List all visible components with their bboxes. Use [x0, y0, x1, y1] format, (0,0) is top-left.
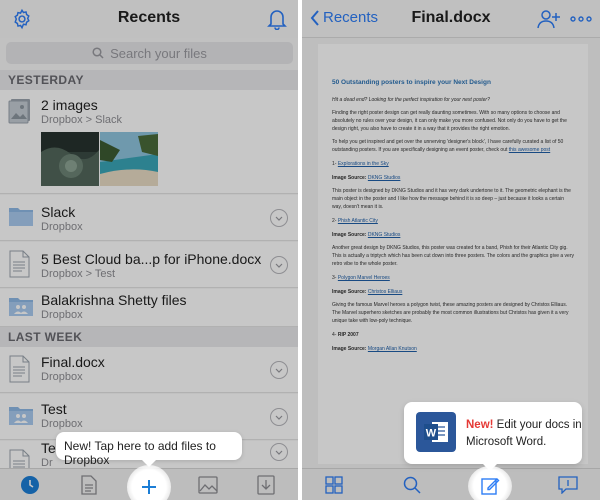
- pencil-edit-icon: [481, 478, 500, 495]
- item-title-link[interactable]: Polygon Marvel Heroes: [338, 275, 390, 281]
- item-title-link[interactable]: Explorations in the Sky: [338, 161, 389, 167]
- image-source: Image Source: DKNG Studios: [332, 174, 574, 182]
- search-icon[interactable]: [400, 474, 424, 496]
- source-link[interactable]: Morgan Allan Knutson: [368, 346, 417, 352]
- image-source: Image Source: Christos Elliaus: [332, 288, 574, 296]
- item-name: Te: [41, 440, 56, 456]
- doc-list-item-3: 3- Polygon Marvel Heroes: [332, 274, 574, 282]
- image-source: Image Source: DKNG Studios: [332, 231, 574, 239]
- svg-text:W: W: [426, 428, 437, 440]
- document-icon: [8, 355, 30, 388]
- item-path: Dropbox > Slack: [41, 114, 123, 126]
- item-path: Dropbox > Test: [41, 268, 116, 280]
- source-label: Image Source:: [332, 232, 368, 239]
- list-item-balakrishna-shetty-files[interactable]: Balakrishna Shetty files Dropbox: [0, 289, 298, 327]
- shared-folder-icon: [8, 404, 34, 431]
- tab-files-icon[interactable]: [77, 474, 101, 496]
- source-link[interactable]: DKNG Studios: [368, 175, 401, 181]
- list-item-slack[interactable]: Slack Dropbox: [0, 195, 298, 241]
- item-path: Dropbox: [41, 309, 83, 321]
- image-thumbnail-1[interactable]: [41, 132, 99, 186]
- viewer-header: Recents Final.docx: [302, 0, 600, 38]
- edit-in-word-tooltip[interactable]: W New! Edit your docs in Microsoft Word.: [404, 402, 582, 464]
- chevron-down-icon[interactable]: [270, 408, 288, 426]
- item-name: Test: [41, 401, 67, 417]
- item-name: Slack: [41, 204, 76, 220]
- tab-photos-icon[interactable]: [196, 474, 220, 496]
- folder-icon: [8, 205, 34, 232]
- new-badge: New!: [466, 419, 494, 431]
- image-stack-icon: [8, 98, 32, 129]
- doc-list-item-4: 4- RIP 2007: [332, 331, 574, 339]
- microsoft-word-logo-icon: W: [416, 412, 456, 452]
- more-options-icon[interactable]: [568, 7, 594, 31]
- comment-icon[interactable]: [556, 474, 580, 496]
- source-label: Image Source:: [332, 175, 368, 182]
- item-number: 4-: [332, 332, 337, 339]
- source-label: Image Source:: [332, 346, 368, 353]
- search-field[interactable]: Search your files: [6, 42, 293, 64]
- grid-view-icon[interactable]: [322, 474, 346, 496]
- item-name: Balakrishna Shetty files: [41, 292, 187, 308]
- recents-screen: Recents Search your files YESTERDAY 2 im…: [0, 0, 298, 500]
- chevron-down-icon[interactable]: [270, 361, 288, 379]
- list-item-final-docx[interactable]: Final.docx Dropbox: [0, 347, 298, 393]
- document-icon: [8, 250, 30, 283]
- item-path: Dropbox: [41, 221, 83, 233]
- add-files-tooltip[interactable]: New! Tap here to add files to Dropbox: [56, 432, 242, 467]
- list-item-cloud-backup-docx[interactable]: 5 Best Cloud ba...p for iPhone.docx Drop…: [0, 242, 298, 288]
- edit-document-button[interactable]: [468, 466, 512, 500]
- item-description: This poster is designed by DKNG Studios …: [332, 188, 571, 211]
- list-item-2-images[interactable]: 2 images Dropbox > Slack: [0, 90, 298, 194]
- item-title-link[interactable]: Phish Atlantic City: [338, 218, 378, 224]
- add-person-icon[interactable]: [536, 7, 562, 31]
- source-link[interactable]: DKNG Studios: [368, 232, 401, 238]
- section-last-week: LAST WEEK: [0, 327, 298, 347]
- source-label: Image Source:: [332, 289, 368, 296]
- doc-paragraph: Finding the right poster design can get …: [332, 110, 567, 133]
- plus-icon: [142, 480, 156, 494]
- item-description: Giving the famous Marvel heroes a polygo…: [332, 302, 569, 325]
- notifications-bell-icon[interactable]: [265, 7, 289, 31]
- chevron-down-icon[interactable]: [270, 443, 288, 461]
- item-path: Dropbox: [41, 371, 83, 383]
- document-page: 50 Outstanding posters to inspire your N…: [318, 44, 588, 464]
- item-number: 2-: [332, 218, 337, 225]
- item-title: RIP 2007: [337, 332, 359, 339]
- doc-heading: 50 Outstanding posters to inspire your N…: [332, 79, 491, 86]
- chevron-down-icon[interactable]: [270, 256, 288, 274]
- doc-intro: Hit a dead end? Looking for the perfect …: [332, 97, 490, 104]
- tab-recents-clock-icon[interactable]: [18, 474, 42, 496]
- item-name: 5 Best Cloud ba...p for iPhone.docx: [41, 251, 262, 267]
- word-tooltip-text: New! Edit your docs in Microsoft Word.: [466, 417, 582, 451]
- recents-header: Recents: [0, 0, 298, 38]
- source-link[interactable]: Christos Elliaus: [368, 289, 402, 295]
- tab-offline-icon[interactable]: [254, 474, 278, 496]
- search-icon: [92, 47, 104, 59]
- doc-list-item-1: 1- Explorations in the Sky: [332, 160, 574, 168]
- search-placeholder: Search your files: [110, 45, 207, 61]
- chevron-down-icon[interactable]: [270, 209, 288, 227]
- doc-paragraph: To help you get inspired and get over th…: [332, 138, 574, 154]
- page-title: Recents: [117, 9, 181, 26]
- shared-folder-icon: [8, 295, 34, 322]
- item-description: Another great design by DKNG Studios, th…: [332, 245, 574, 268]
- item-number: 1-: [332, 161, 337, 168]
- item-name: Final.docx: [41, 354, 105, 370]
- item-number: 3-: [332, 275, 337, 282]
- image-source: Image Source: Morgan Allan Knutson: [332, 345, 574, 353]
- section-yesterday: YESTERDAY: [0, 70, 298, 90]
- doc-list-item-2: 2- Phish Atlantic City: [332, 217, 574, 225]
- item-path: Dropbox: [41, 418, 83, 430]
- viewer-toolbar: [302, 468, 600, 500]
- item-name: 2 images: [41, 97, 98, 113]
- doc-link[interactable]: this awesome post: [509, 147, 550, 153]
- image-thumbnail-2[interactable]: [100, 132, 158, 186]
